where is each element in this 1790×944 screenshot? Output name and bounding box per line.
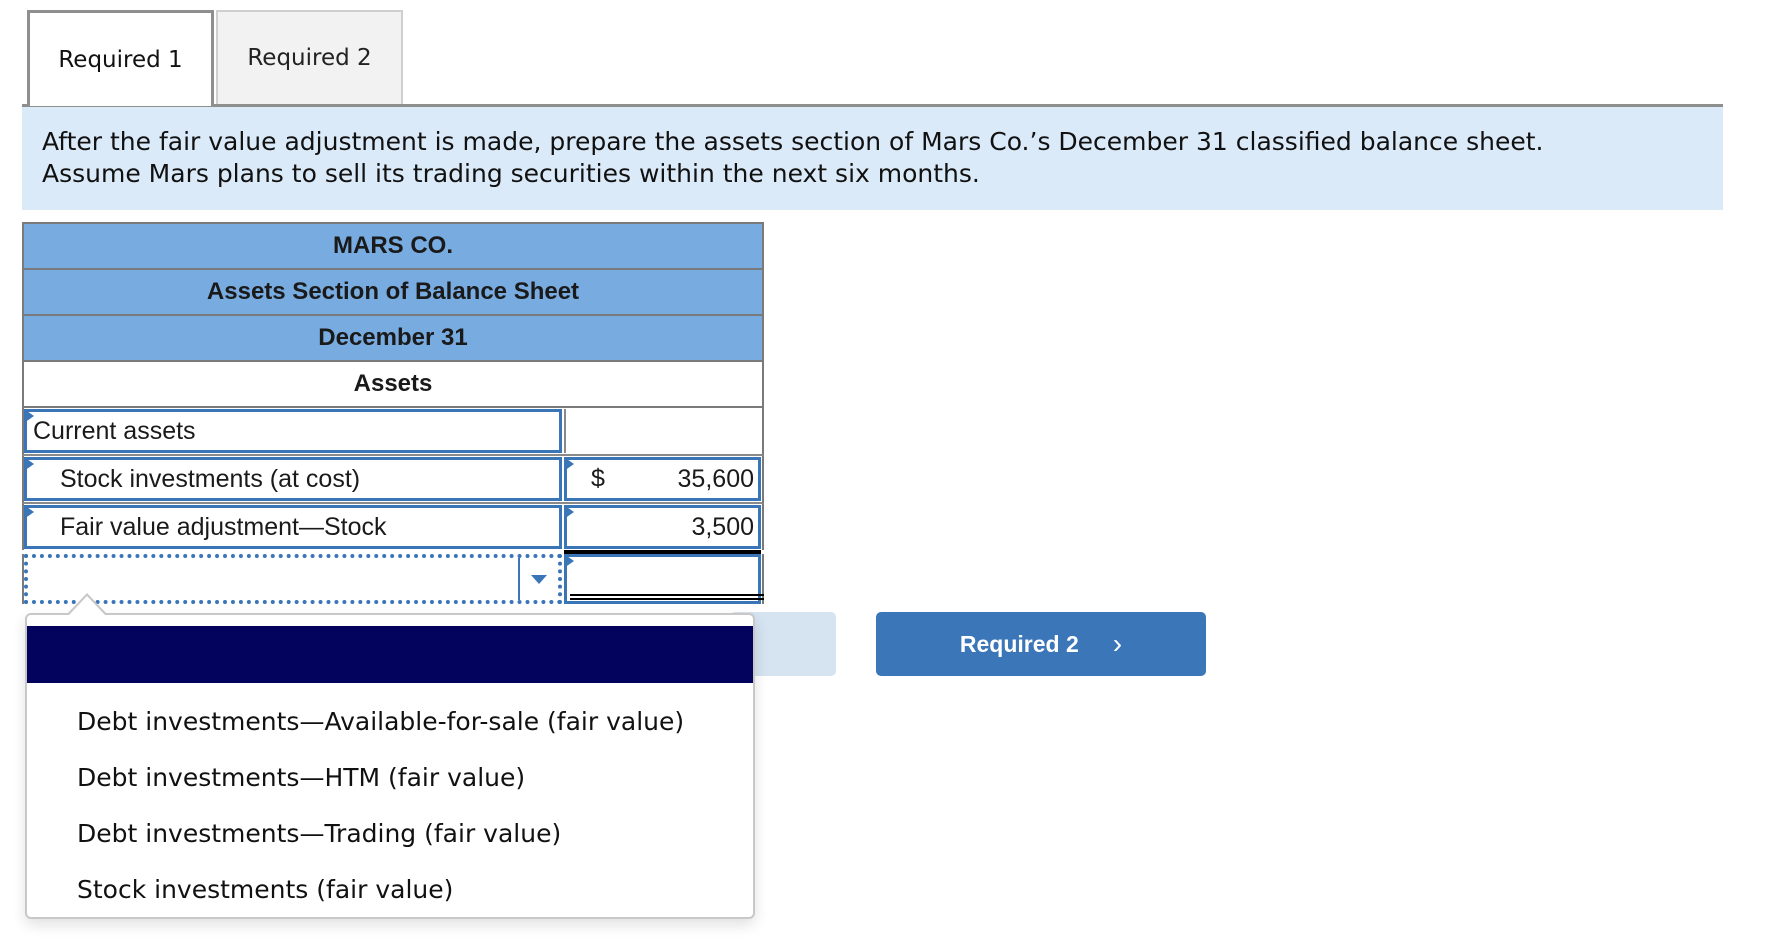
tab-required-2[interactable]: Required 2: [216, 10, 403, 104]
next-button-label: Required 2: [959, 630, 1079, 657]
amount-value: 35,600: [677, 464, 754, 493]
amount-input[interactable]: $ 35,600: [564, 457, 761, 501]
table-row: Stock investments (at cost) $ 35,600: [22, 456, 764, 504]
account-input[interactable]: Stock investments (at cost): [24, 457, 562, 501]
instructions-line-1: After the fair value adjustment is made,…: [42, 127, 1544, 156]
dropdown-option[interactable]: Stock investments (fair value): [77, 875, 453, 904]
account-dropdown-list: Debt investments—Available-for-sale (fai…: [25, 593, 755, 919]
currency-symbol: $: [591, 464, 605, 493]
input-marker-icon: [24, 409, 34, 423]
input-marker-icon: [24, 457, 34, 471]
input-marker-icon: [24, 505, 34, 519]
account-label: Fair value adjustment—Stock: [60, 512, 387, 541]
dropdown-option[interactable]: Debt investments—Available-for-sale (fai…: [77, 707, 684, 736]
amount-value: 3,500: [691, 512, 754, 541]
account-input[interactable]: Fair value adjustment—Stock: [24, 505, 562, 549]
dropdown-option[interactable]: Debt investments—Trading (fair value): [77, 819, 561, 848]
double-underline: [570, 594, 764, 600]
section-heading: Assets: [22, 360, 764, 408]
dropdown-caret: [67, 593, 107, 615]
tab-label: Required 2: [247, 45, 372, 71]
tab-label: Required 1: [58, 46, 183, 73]
account-input[interactable]: Current assets: [24, 409, 562, 453]
chevron-down-icon: [531, 574, 547, 584]
sheet-title: Assets Section of Balance Sheet: [22, 268, 764, 314]
dropdown-option[interactable]: Debt investments—HTM (fair value): [77, 763, 525, 792]
next-required-2-button[interactable]: Required 2 ›: [876, 612, 1206, 676]
dropdown-option-blank-selected[interactable]: [27, 626, 753, 683]
sheet-date: December 31: [22, 314, 764, 360]
balance-sheet-table: MARS CO. Assets Section of Balance Sheet…: [22, 222, 764, 604]
table-row: Fair value adjustment—Stock 3,500: [22, 504, 764, 550]
input-marker-icon: [564, 457, 574, 471]
account-label: Stock investments (at cost): [60, 464, 361, 493]
tab-required-1[interactable]: Required 1: [27, 10, 214, 106]
amount-cell: [564, 409, 761, 453]
select-toggle[interactable]: [518, 558, 558, 600]
company-name: MARS CO.: [22, 222, 764, 268]
instructions-panel: After the fair value adjustment is made,…: [22, 107, 1723, 210]
table-row: Current assets: [22, 408, 764, 456]
input-marker-icon: [564, 554, 574, 568]
instructions-line-2: Assume Mars plans to sell its trading se…: [42, 159, 980, 188]
amount-input[interactable]: 3,500: [564, 505, 761, 549]
input-marker-icon: [564, 505, 574, 519]
chevron-right-icon: ›: [1112, 628, 1123, 659]
account-label: Current assets: [33, 416, 196, 445]
